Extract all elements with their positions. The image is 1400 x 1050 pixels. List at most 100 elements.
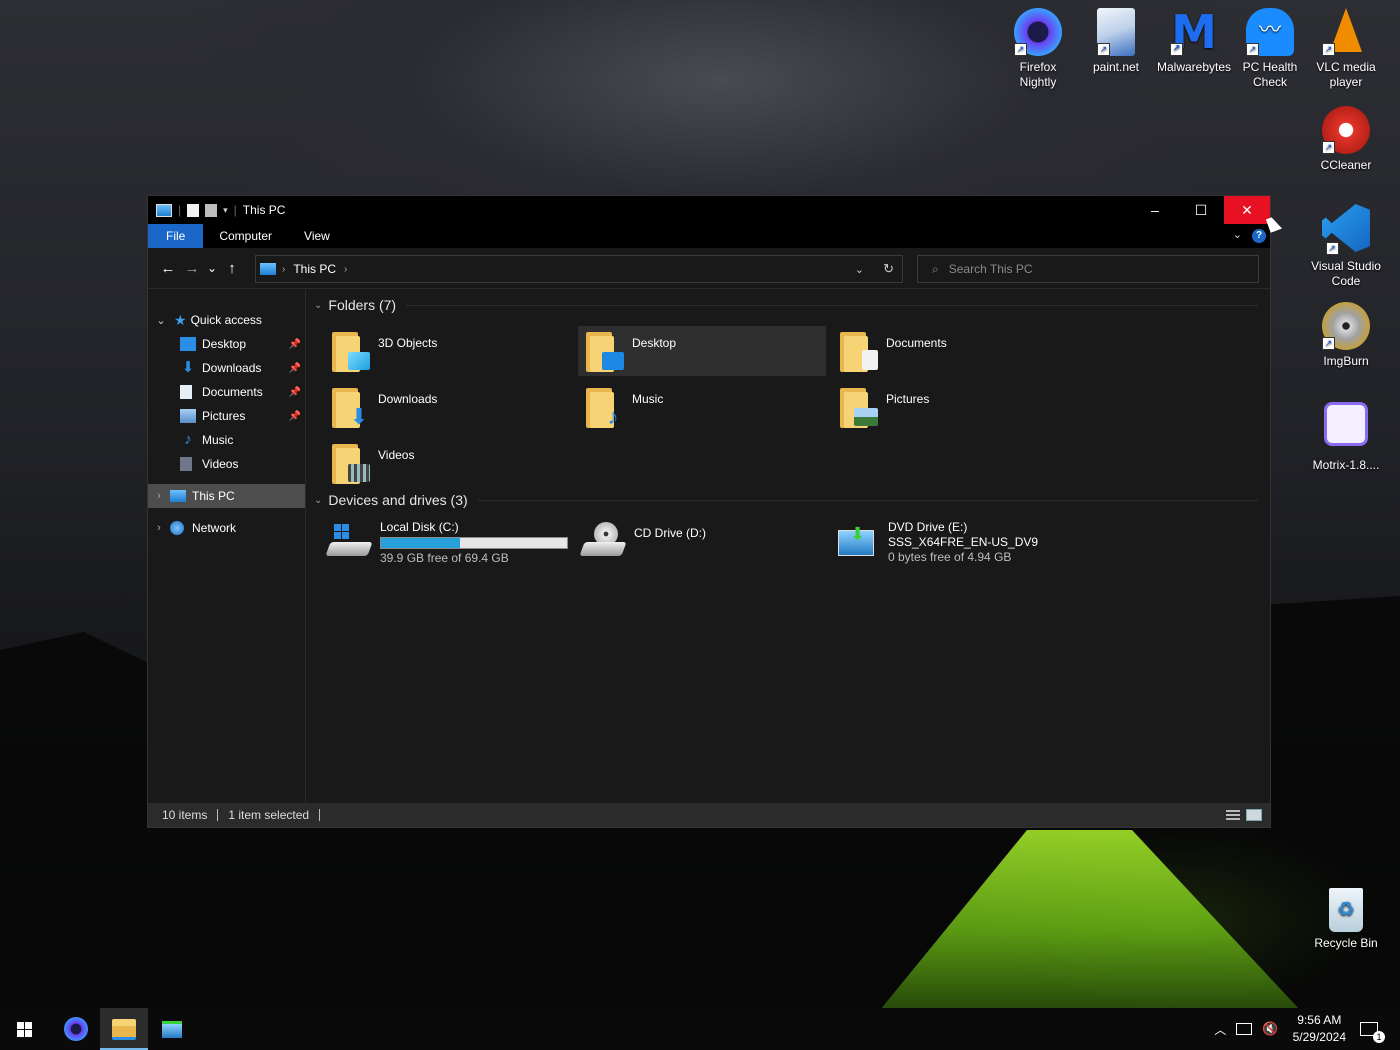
title-bar[interactable]: | ▾ | This PC – ☐ ✕: [148, 196, 1270, 224]
folder-3d-objects[interactable]: 3D Objects: [324, 326, 572, 376]
sidebar-item-videos[interactable]: Videos: [148, 452, 305, 476]
desktop-icon-label: VLC media player: [1316, 60, 1376, 89]
chevron-right-icon[interactable]: ›: [148, 490, 170, 502]
drive-dvd-e[interactable]: ⬇ DVD Drive (E:) SSS_X64FRE_EN-US_DV9 0 …: [828, 516, 1038, 572]
drive-cd-d[interactable]: CD Drive (D:): [574, 516, 706, 572]
tab-computer[interactable]: Computer: [203, 224, 288, 248]
folder-label: Downloads: [378, 392, 438, 406]
setup-icon: [162, 1020, 182, 1038]
new-folder-icon[interactable]: [205, 203, 218, 217]
tab-view[interactable]: View: [288, 224, 346, 248]
downloads-folder-icon: ⬇: [332, 386, 370, 428]
desktop-icon-pc-health-check[interactable]: 〰 ↗ PC Health Check: [1232, 8, 1308, 90]
sidebar-item-desktop[interactable]: Desktop 📌: [148, 332, 305, 356]
pictures-folder-icon: [840, 386, 878, 428]
details-view-icon[interactable]: [1226, 810, 1240, 820]
sidebar-item-quick-access[interactable]: ⌄ ★ Quick access: [148, 308, 305, 332]
chevron-down-icon[interactable]: ⌄: [314, 300, 322, 311]
folder-desktop[interactable]: Desktop: [578, 326, 826, 376]
file-explorer-icon: [112, 1018, 136, 1040]
network-icon: [170, 521, 184, 535]
desktop-icon-firefox-nightly[interactable]: ↗ Firefox Nightly: [1000, 8, 1076, 90]
sidebar-item-pictures[interactable]: Pictures 📌: [148, 404, 305, 428]
pin-icon[interactable]: 📌: [289, 363, 301, 374]
clock[interactable]: 9:56 AM 5/29/2024: [1293, 1012, 1346, 1046]
breadcrumb-this-pc[interactable]: This PC: [293, 262, 336, 276]
show-hidden-icons-chevron-icon[interactable]: ︿: [1214, 1021, 1226, 1038]
sidebar-item-music[interactable]: ♪ Music: [148, 428, 305, 452]
start-button[interactable]: [0, 1008, 48, 1050]
address-bar[interactable]: › This PC › ⌄ ↻: [255, 255, 903, 283]
taskbar-firefox-nightly[interactable]: [52, 1008, 100, 1050]
recycle-bin-icon: ♻: [1329, 888, 1363, 932]
desktop-icon-imgburn[interactable]: ↗ ImgBurn: [1308, 302, 1384, 369]
large-icons-view-icon[interactable]: [1246, 809, 1262, 821]
desktop-icon-recycle-bin[interactable]: ♻ Recycle Bin: [1308, 888, 1384, 951]
search-box[interactable]: ⌕ Search This PC: [917, 255, 1259, 283]
taskbar-setup[interactable]: [148, 1008, 196, 1050]
sidebar-item-downloads[interactable]: ⬇ Downloads 📌: [148, 356, 305, 380]
desktop-icon-ccleaner[interactable]: ↗ CCleaner: [1308, 106, 1384, 173]
music-folder-icon: ♪: [586, 386, 624, 428]
address-history-chevron-icon[interactable]: ⌄: [855, 263, 864, 276]
windows-logo-icon: [16, 1021, 32, 1037]
refresh-button[interactable]: ↻: [883, 261, 894, 277]
sidebar-item-label: Music: [202, 433, 234, 447]
folder-pictures[interactable]: Pictures: [832, 382, 1080, 432]
tab-file[interactable]: File: [148, 224, 204, 248]
drive-local-disk-c[interactable]: Local Disk (C:) 39.9 GB free of 69.4 GB: [320, 516, 568, 572]
group-title: Folders (7): [328, 297, 397, 313]
chevron-down-icon[interactable]: ⌄: [148, 314, 174, 327]
desktop-icon-paintnet[interactable]: ↗ paint.net: [1078, 8, 1154, 75]
chevron-right-icon[interactable]: ›: [282, 264, 285, 275]
taskbar-file-explorer[interactable]: [100, 1008, 148, 1050]
desktop-icon-vlc[interactable]: ↗ VLC media player: [1308, 8, 1384, 90]
divider: [217, 809, 219, 821]
navigation-bar: ← → ⌄ ↑ › This PC › ⌄ ↻ ⌕ Search This PC: [148, 248, 1270, 289]
desktop-icon-malwarebytes[interactable]: M ↗ Malwarebytes: [1156, 8, 1232, 75]
close-button[interactable]: ✕: [1224, 196, 1270, 224]
properties-icon[interactable]: [187, 203, 200, 217]
chevron-down-icon[interactable]: ⌄: [314, 495, 322, 506]
sidebar-item-label: Network: [192, 521, 237, 535]
search-input[interactable]: Search This PC: [949, 262, 1033, 276]
expand-ribbon-chevron-icon[interactable]: ⌄: [1233, 228, 1242, 241]
sidebar-item-this-pc[interactable]: › This PC: [148, 484, 305, 508]
network-status-icon[interactable]: [1236, 1023, 1253, 1035]
taskbar: ︿ 🔇 9:56 AM 5/29/2024 1: [0, 1008, 1400, 1050]
motrix-icon: [1324, 402, 1368, 446]
notification-count-badge: 1: [1373, 1031, 1385, 1043]
desktop-icon-motrix[interactable]: Motrix-1.8....: [1308, 402, 1384, 473]
folder-music[interactable]: ♪ Music: [578, 382, 826, 432]
drives-group-header[interactable]: ⌄ Devices and drives (3): [314, 489, 1258, 511]
folder-documents[interactable]: Documents: [832, 326, 1080, 376]
chevron-right-icon[interactable]: ›: [344, 264, 347, 275]
sidebar-item-label: This PC: [192, 489, 235, 503]
folder-label: Pictures: [886, 392, 930, 406]
folders-group-header[interactable]: ⌄ Folders (7): [314, 294, 1258, 316]
minimize-button[interactable]: –: [1132, 196, 1178, 224]
pin-icon[interactable]: 📌: [289, 387, 301, 398]
folder-label: 3D Objects: [378, 336, 438, 350]
back-button[interactable]: ←: [156, 260, 180, 277]
forward-button[interactable]: →: [180, 260, 204, 277]
desktop-icon-vscode[interactable]: ↗ Visual Studio Code: [1308, 204, 1384, 289]
notification-center-icon[interactable]: 1: [1360, 1022, 1385, 1043]
sidebar-item-network[interactable]: › Network: [148, 516, 305, 540]
chevron-right-icon[interactable]: ›: [148, 522, 170, 534]
this-pc-icon: [170, 490, 186, 502]
drive-volume-label: SSS_X64FRE_EN-US_DV9: [888, 535, 1039, 549]
pin-icon[interactable]: 📌: [289, 339, 301, 350]
pin-icon[interactable]: 📌: [289, 411, 301, 422]
maximize-button[interactable]: ☐: [1178, 196, 1224, 224]
recent-locations-chevron-icon[interactable]: ⌄: [204, 261, 220, 275]
folder-videos[interactable]: Videos: [324, 438, 572, 488]
volume-muted-icon[interactable]: 🔇: [1262, 1021, 1278, 1037]
up-button[interactable]: ↑: [220, 260, 244, 277]
customize-qat-chevron-icon[interactable]: ▾: [223, 205, 228, 216]
sidebar-item-documents[interactable]: Documents 📌: [148, 380, 305, 404]
drive-usage-bar: [380, 537, 568, 549]
help-icon[interactable]: ?: [1252, 229, 1266, 243]
folder-downloads[interactable]: ⬇ Downloads: [324, 382, 572, 432]
item-count: 10 items: [162, 808, 208, 822]
